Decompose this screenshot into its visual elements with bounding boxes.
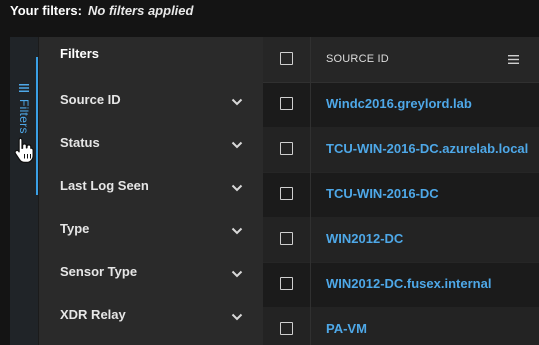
filter-sensor-type[interactable]: Sensor Type xyxy=(39,250,263,293)
filter-label: Sensor Type xyxy=(60,264,138,279)
list-menu-icon xyxy=(19,84,29,92)
row-checkbox[interactable] xyxy=(280,277,293,290)
row-checkbox[interactable] xyxy=(280,322,293,335)
filter-label: Last Log Seen xyxy=(60,178,149,193)
filter-label: Source ID xyxy=(60,92,121,107)
chevron-down-icon xyxy=(231,270,243,278)
source-id-link[interactable]: TCU-WIN-2016-DC xyxy=(326,186,439,201)
column-header-source-id[interactable]: SOURCE ID xyxy=(326,53,389,65)
table-row: WIN2012-DC.fusex.internal xyxy=(263,262,539,308)
source-id-link[interactable]: WIN2012-DC.fusex.internal xyxy=(326,276,491,291)
filter-label: Type xyxy=(60,221,90,236)
chevron-down-icon xyxy=(231,98,243,106)
filter-label: XDR Relay xyxy=(60,307,126,322)
source-id-link[interactable]: WIN2012-DC xyxy=(326,231,403,246)
row-checkbox[interactable] xyxy=(280,97,293,110)
source-id-link[interactable]: Windc2016.greylord.lab xyxy=(326,96,472,111)
table-row: PA-VM xyxy=(263,307,539,345)
table-row: TCU-WIN-2016-DC xyxy=(263,172,539,218)
filter-source-id[interactable]: Source ID xyxy=(39,78,263,121)
filters-tab-content: Filters xyxy=(16,83,32,134)
filter-type[interactable]: Type xyxy=(39,207,263,250)
filters-tab-label: Filters xyxy=(17,99,31,134)
row-checkbox[interactable] xyxy=(280,187,293,200)
filter-label: Status xyxy=(60,135,100,150)
chevron-down-icon xyxy=(231,313,243,321)
filter-panel-title: Filters xyxy=(60,46,100,61)
active-filters-value: No filters applied xyxy=(88,3,194,18)
table-row: WIN2012-DC xyxy=(263,217,539,263)
column-menu-icon[interactable] xyxy=(508,55,519,64)
sources-table: SOURCE ID Windc2016.greylord.lab TCU-WIN… xyxy=(263,37,539,345)
filter-xdr-relay[interactable]: XDR Relay xyxy=(39,293,263,336)
filter-last-log-seen[interactable]: Last Log Seen xyxy=(39,164,263,207)
main-panel: Filters Filters Source ID Status Last Lo… xyxy=(10,37,539,345)
filters-side-tab[interactable]: Filters xyxy=(10,37,38,345)
filters-tab-active-indicator xyxy=(36,57,38,195)
table-header: SOURCE ID xyxy=(263,37,539,83)
source-id-link[interactable]: TCU-WIN-2016-DC.azurelab.local xyxy=(326,141,528,156)
select-all-checkbox[interactable] xyxy=(280,52,293,65)
chevron-down-icon xyxy=(231,141,243,149)
table-row: TCU-WIN-2016-DC.azurelab.local xyxy=(263,127,539,173)
chevron-down-icon xyxy=(231,227,243,235)
row-checkbox[interactable] xyxy=(280,142,293,155)
hand-pointer-cursor-icon xyxy=(14,137,34,163)
column-divider xyxy=(310,37,311,345)
table-row: Windc2016.greylord.lab xyxy=(263,82,539,128)
filter-status[interactable]: Status xyxy=(39,121,263,164)
source-id-link[interactable]: PA-VM xyxy=(326,321,367,336)
row-checkbox[interactable] xyxy=(280,232,293,245)
active-filters-label: Your filters: xyxy=(10,3,82,18)
page: Your filters: No filters applied Filters xyxy=(0,0,539,345)
chevron-down-icon xyxy=(231,184,243,192)
active-filters-bar: Your filters: No filters applied xyxy=(10,2,193,20)
filter-panel: Filters Source ID Status Last Log Seen T… xyxy=(39,37,263,345)
